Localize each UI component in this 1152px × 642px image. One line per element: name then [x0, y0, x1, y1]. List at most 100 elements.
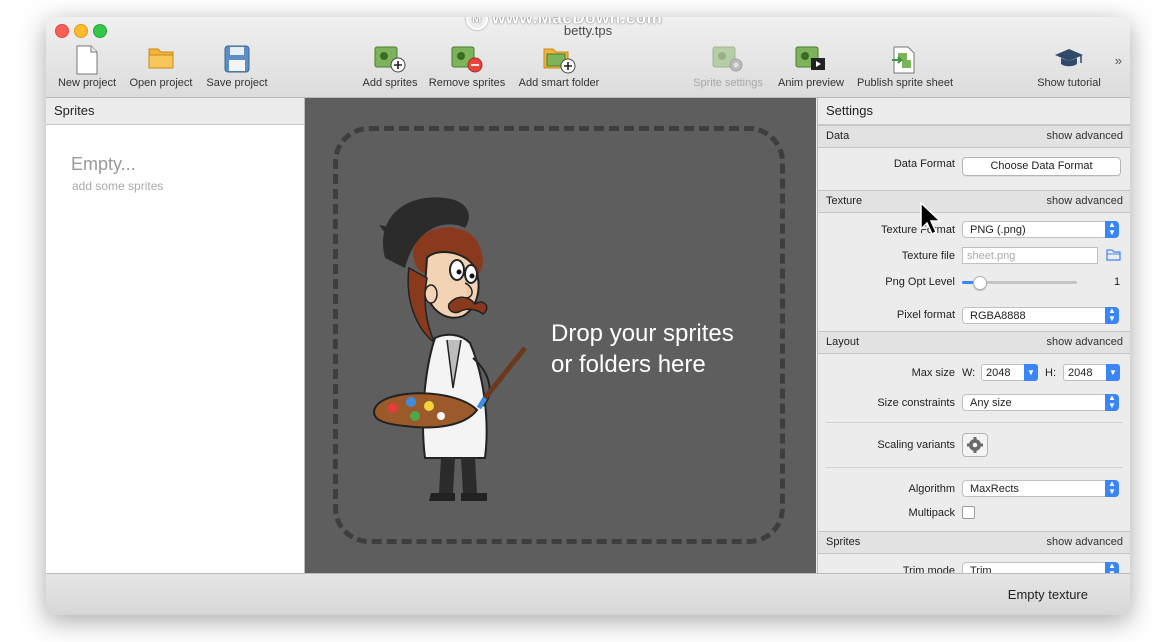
- scaling-variants-row: Scaling variants: [818, 423, 1130, 467]
- drop-hint: Drop your sprites or folders here: [551, 318, 734, 380]
- algorithm-label: Algorithm: [908, 483, 955, 495]
- add-sprites-button[interactable]: Add sprites: [354, 43, 426, 93]
- updown-chevron-icon: ▲▼: [1105, 394, 1119, 411]
- algorithm-select[interactable]: MaxRects ▲ ▼: [962, 480, 1119, 497]
- sprite-settings-button[interactable]: Sprite settings: [688, 43, 768, 93]
- open-project-button[interactable]: Open project: [125, 43, 197, 93]
- max-height-value: 2048: [1068, 367, 1093, 379]
- updown-chevron-icon: ▲▼: [1105, 221, 1119, 238]
- size-constraints-row: Size constraints Any size ▲ ▼: [818, 390, 1130, 416]
- remove-sprites-button[interactable]: Remove sprites: [425, 43, 509, 93]
- multipack-label: Multipack: [908, 507, 955, 519]
- max-width-combo[interactable]: 2048 ▼: [981, 364, 1038, 381]
- section-texture-title: Texture: [826, 195, 863, 207]
- scaling-variants-label: Scaling variants: [877, 439, 955, 451]
- data-format-label: Data Format: [893, 158, 955, 170]
- show-tutorial-button[interactable]: Show tutorial: [1032, 43, 1106, 93]
- max-height-label: H:: [1045, 367, 1056, 379]
- divider: [826, 467, 1123, 468]
- png-opt-slider-knob[interactable]: [973, 276, 988, 290]
- folder-icon: [125, 43, 197, 77]
- section-layout-title: Layout: [826, 336, 860, 348]
- data-format-row: Data Format Choose Data Format: [818, 148, 1130, 190]
- trim-mode-label: Trim mode: [902, 565, 955, 573]
- section-sprites-title: Sprites: [826, 536, 861, 548]
- pixel-format-row: Pixel format RGBA8888 ▲ ▼: [818, 295, 1130, 331]
- png-opt-row: Png Opt Level 1: [818, 269, 1130, 295]
- sprites-empty-title: Empty...: [71, 154, 136, 174]
- section-layout: Layout show advanced: [818, 331, 1130, 354]
- status-bar: Empty texture: [46, 573, 1130, 615]
- sprites-panel-title: Sprites: [46, 98, 304, 125]
- section-data: Data show advanced: [818, 125, 1130, 148]
- section-sprites: Sprites show advanced: [818, 531, 1130, 554]
- add-sprites-icon: [354, 43, 426, 77]
- updown-chevron-icon: ▲▼: [1105, 307, 1119, 324]
- drop-canvas[interactable]: Drop your sprites or folders here: [305, 98, 816, 573]
- settings-panel: Settings Data show advanced Data Format …: [817, 98, 1130, 573]
- texture-show-advanced-link[interactable]: show advanced: [1047, 191, 1123, 212]
- publish-sprite-sheet-button[interactable]: Publish sprite sheet: [852, 43, 958, 93]
- watermark-logo-icon: M: [466, 17, 488, 30]
- graduation-cap-icon: [1032, 43, 1106, 77]
- size-constraints-value: Any size: [970, 397, 1012, 409]
- gear-icon: [967, 437, 983, 453]
- mouse-cursor-icon: [920, 202, 942, 236]
- max-height-combo[interactable]: 2048 ▼: [1063, 364, 1120, 381]
- texture-format-select[interactable]: PNG (.png) ▲ ▼: [962, 221, 1119, 238]
- anim-preview-button[interactable]: Anim preview: [774, 43, 848, 93]
- algorithm-row: Algorithm MaxRects ▲ ▼: [818, 476, 1130, 502]
- max-width-label: W:: [962, 367, 976, 379]
- texture-format-value: PNG (.png): [970, 224, 1026, 236]
- publish-icon: [852, 43, 958, 77]
- sprites-show-advanced-link[interactable]: show advanced: [1047, 532, 1123, 553]
- section-texture: Texture show advanced: [818, 190, 1130, 213]
- trim-mode-select[interactable]: Trim ▲▼: [962, 562, 1119, 573]
- png-opt-slider[interactable]: [962, 276, 1077, 290]
- texture-format-label: Texture Format: [881, 224, 955, 236]
- png-opt-value: 1: [1114, 276, 1121, 288]
- scaling-variants-button[interactable]: [962, 433, 988, 457]
- chevron-down-icon: ▼: [1106, 364, 1120, 381]
- chevron-down-icon: ▼: [1024, 364, 1038, 381]
- document-icon: [52, 43, 122, 77]
- choose-data-format-button[interactable]: Choose Data Format: [962, 157, 1121, 176]
- pixel-format-value: RGBA8888: [970, 310, 1026, 322]
- watermark: Mwww.MacDown.com: [466, 17, 662, 30]
- size-constraints-label: Size constraints: [877, 397, 955, 409]
- multipack-row: Multipack: [818, 502, 1130, 526]
- pixel-format-select[interactable]: RGBA8888 ▲ ▼: [962, 307, 1119, 324]
- artist-mascot-illustration: [373, 197, 527, 501]
- png-opt-label: Png Opt Level: [885, 276, 955, 288]
- settings-title: Settings: [818, 98, 1130, 125]
- drop-hint-line1: Drop your sprites: [551, 320, 734, 347]
- size-constraints-select[interactable]: Any size ▲ ▼: [962, 394, 1119, 411]
- updown-chevron-icon: ▲▼: [1105, 480, 1119, 497]
- max-size-row: Max size W: 2048 ▼ H: 2048 ▼: [818, 360, 1130, 386]
- texture-file-label: Texture file: [901, 250, 955, 262]
- remove-sprites-icon: [425, 43, 509, 77]
- texture-file-input[interactable]: sheet.png: [962, 247, 1098, 264]
- film-icon: [774, 43, 848, 77]
- floppy-disk-icon: [201, 43, 273, 77]
- texture-file-row: Texture file sheet.png: [818, 243, 1130, 269]
- max-width-value: 2048: [986, 367, 1011, 379]
- save-project-button[interactable]: Save project: [201, 43, 273, 93]
- pixel-format-label: Pixel format: [896, 309, 955, 321]
- new-project-button[interactable]: New project: [52, 43, 122, 93]
- data-show-advanced-link[interactable]: show advanced: [1047, 126, 1123, 147]
- add-smart-folder-button[interactable]: Add smart folder: [513, 43, 605, 93]
- drop-hint-line2: or folders here: [551, 351, 706, 378]
- texture-format-row: Texture Format PNG (.png) ▲ ▼: [818, 217, 1130, 243]
- trim-mode-value: Trim: [970, 565, 992, 573]
- app-window: betty.tps Mwww.MacDown.com New project O…: [46, 17, 1130, 615]
- multipack-checkbox[interactable]: [962, 506, 975, 519]
- sprites-panel: Sprites Empty... add some sprites: [46, 98, 305, 573]
- toolbar-overflow-icon[interactable]: »: [1115, 53, 1122, 68]
- folder-browse-icon[interactable]: [1106, 249, 1121, 261]
- algorithm-value: MaxRects: [970, 483, 1019, 495]
- layout-show-advanced-link[interactable]: show advanced: [1047, 332, 1123, 353]
- section-data-title: Data: [826, 130, 850, 142]
- sprite-settings-icon: [688, 43, 768, 77]
- status-text: Empty texture: [1007, 587, 1088, 602]
